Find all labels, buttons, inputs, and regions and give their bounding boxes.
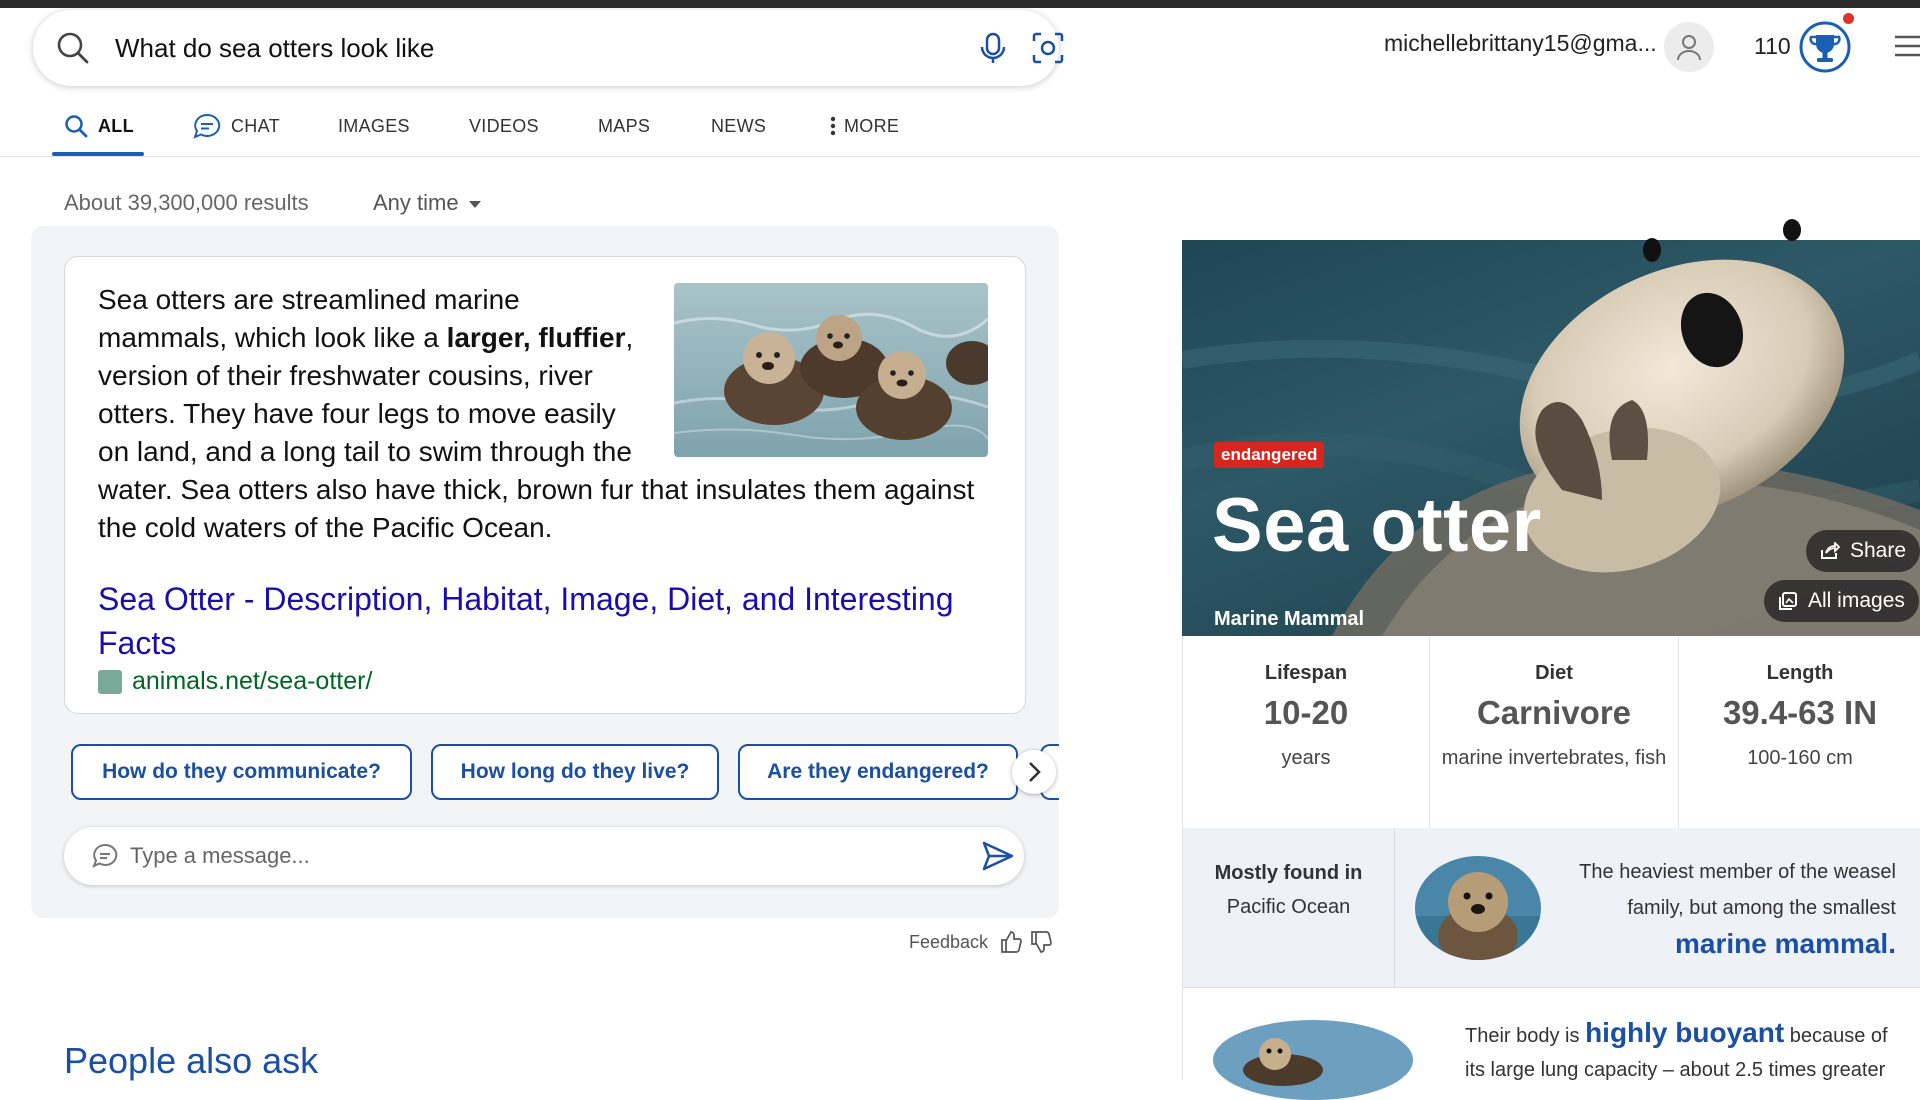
chat-icon: [92, 843, 118, 868]
search-icon[interactable]: [55, 30, 91, 66]
fact-value: 39.4-63 IN: [1722, 694, 1878, 731]
caret-down-icon: [468, 200, 481, 208]
knowledge-panel: endangered Sea otter Marine Mammal Share…: [1182, 160, 1920, 1100]
share-button[interactable]: Share: [1806, 530, 1920, 572]
tab-news-label: NEWS: [711, 115, 767, 136]
endangered-badge: endangered: [1214, 442, 1325, 468]
source-url-text: animals.net/sea-otter/: [132, 667, 373, 695]
weasel-fact-text: The heaviest member of the weasel family…: [1579, 861, 1896, 919]
more-vertical-icon: [830, 116, 836, 136]
rewards-points[interactable]: 110: [1754, 33, 1791, 60]
microphone-icon[interactable]: [973, 28, 1013, 68]
results-count: About 39,300,000 results: [64, 190, 309, 215]
fact-diet: Diet Carnivore marine invertebrates, fis…: [1430, 636, 1679, 828]
search-input[interactable]: [115, 28, 935, 68]
fact-lifespan: Lifespan 10-20 years: [1183, 636, 1430, 828]
fact-label: Diet: [1535, 662, 1573, 684]
tab-more[interactable]: MORE: [830, 96, 899, 156]
tab-more-label: MORE: [844, 115, 900, 136]
tab-images[interactable]: IMAGES: [338, 96, 410, 156]
feedback: Feedback: [909, 930, 1052, 954]
share-icon: [1821, 542, 1840, 559]
search-icon: [65, 115, 88, 138]
chat-message-input[interactable]: [130, 839, 930, 873]
send-icon[interactable]: [982, 841, 1014, 871]
search-box: [33, 10, 1064, 86]
buoyancy-text-intro: Their body is: [1465, 1025, 1586, 1047]
time-filter-label: Any time: [373, 190, 459, 215]
thumbs-up-icon[interactable]: [1000, 930, 1022, 954]
buoyancy-highlight: highly buoyant: [1585, 1017, 1785, 1048]
hamburger-menu-icon[interactable]: [1893, 34, 1920, 58]
source-url[interactable]: animals.net/sea-otter/: [98, 667, 372, 696]
chat-icon: [193, 113, 221, 139]
visual-search-icon[interactable]: [1028, 28, 1068, 68]
tab-maps-label: MAPS: [598, 115, 651, 136]
habitat-info: Mostly found in Pacific Ocean: [1183, 828, 1395, 988]
tab-videos-label: VIDEOS: [469, 115, 539, 136]
tab-images-label: IMAGES: [338, 115, 410, 136]
weasel-fact-highlight: marine mammal.: [1675, 928, 1896, 959]
tab-maps[interactable]: MAPS: [598, 96, 650, 156]
sea-otter-portrait[interactable]: [1415, 856, 1541, 960]
fact-sub: 100-160 cm: [1747, 747, 1853, 769]
habitat-label: Mostly found in: [1214, 862, 1363, 884]
tab-videos[interactable]: VIDEOS: [469, 96, 539, 156]
site-favicon-icon: [98, 669, 122, 694]
time-filter-dropdown[interactable]: Any time: [373, 190, 481, 216]
suggestion-chip[interactable]: How long do they live?: [431, 744, 719, 800]
avatar[interactable]: [1664, 22, 1714, 72]
knowledge-panel-subtitle: Marine Mammal: [1214, 608, 1365, 630]
all-images-label: All images: [1808, 589, 1905, 612]
fact-value: 10-20: [1263, 694, 1349, 731]
rewards-trophy-icon[interactable]: [1798, 20, 1852, 74]
fact-sub: years: [1281, 747, 1331, 769]
tab-news[interactable]: NEWS: [711, 96, 766, 156]
user-icon: [1677, 35, 1701, 61]
account-email[interactable]: michellebrittany15@gma...: [1384, 30, 1657, 57]
tabs-divider: [0, 156, 1920, 157]
tab-all[interactable]: ALL: [64, 96, 134, 156]
tab-chat[interactable]: CHAT: [193, 96, 280, 156]
knowledge-panel-title: Sea otter: [1212, 483, 1542, 568]
answer-text-bold: larger, fluffier: [446, 322, 626, 353]
answer-text: Sea otters are streamlined marine mammal…: [98, 281, 988, 547]
next-suggestions-button[interactable]: [1012, 750, 1056, 794]
thumbs-down-icon[interactable]: [1030, 930, 1052, 954]
suggestion-chip[interactable]: How do they communicate?: [71, 744, 412, 800]
notification-dot: [1843, 13, 1854, 24]
floating-otter-image[interactable]: [1213, 1020, 1413, 1100]
buoyancy-fact: Their body is highly buoyant because of …: [1465, 1016, 1905, 1087]
people-also-ask-heading: People also ask: [64, 1040, 319, 1081]
fact-length: Length 39.4-63 IN 100-160 cm: [1679, 636, 1920, 828]
fact-value: Carnivore: [1476, 694, 1632, 731]
fact-label: Length: [1766, 662, 1834, 684]
answer-card: Sea otters are streamlined marine mammal…: [64, 256, 1026, 714]
chevron-right-icon: [1029, 762, 1041, 782]
knowledge-panel-hero[interactable]: endangered Sea otter Marine Mammal Share…: [1182, 219, 1920, 636]
fact-sub: marine invertebrates, fish: [1441, 747, 1667, 769]
tab-all-label: ALL: [98, 115, 134, 136]
feedback-label[interactable]: Feedback: [909, 932, 988, 953]
browser-top-edge: [0, 0, 1920, 8]
habitat-section: Mostly found in Pacific Ocean The heavie…: [1182, 828, 1920, 988]
weasel-fact: The heaviest member of the weasel family…: [1566, 854, 1896, 965]
buoyancy-section: Their body is highly buoyant because of …: [1182, 988, 1920, 1100]
fact-label: Lifespan: [1264, 662, 1348, 684]
all-images-button[interactable]: All images: [1764, 580, 1919, 622]
suggestion-chip[interactable]: Are they endangered?: [738, 744, 1018, 800]
source-link-title[interactable]: Sea Otter - Description, Habitat, Image,…: [98, 577, 978, 665]
quick-facts: Lifespan 10-20 years Diet Carnivore mari…: [1182, 636, 1920, 828]
images-icon: [1779, 592, 1797, 610]
habitat-value: Pacific Ocean: [1226, 896, 1351, 918]
chat-message-box: [64, 827, 1024, 885]
tab-chat-label: CHAT: [231, 115, 280, 136]
share-label: Share: [1850, 539, 1907, 562]
sea-otters-thumbnail[interactable]: [674, 283, 988, 457]
